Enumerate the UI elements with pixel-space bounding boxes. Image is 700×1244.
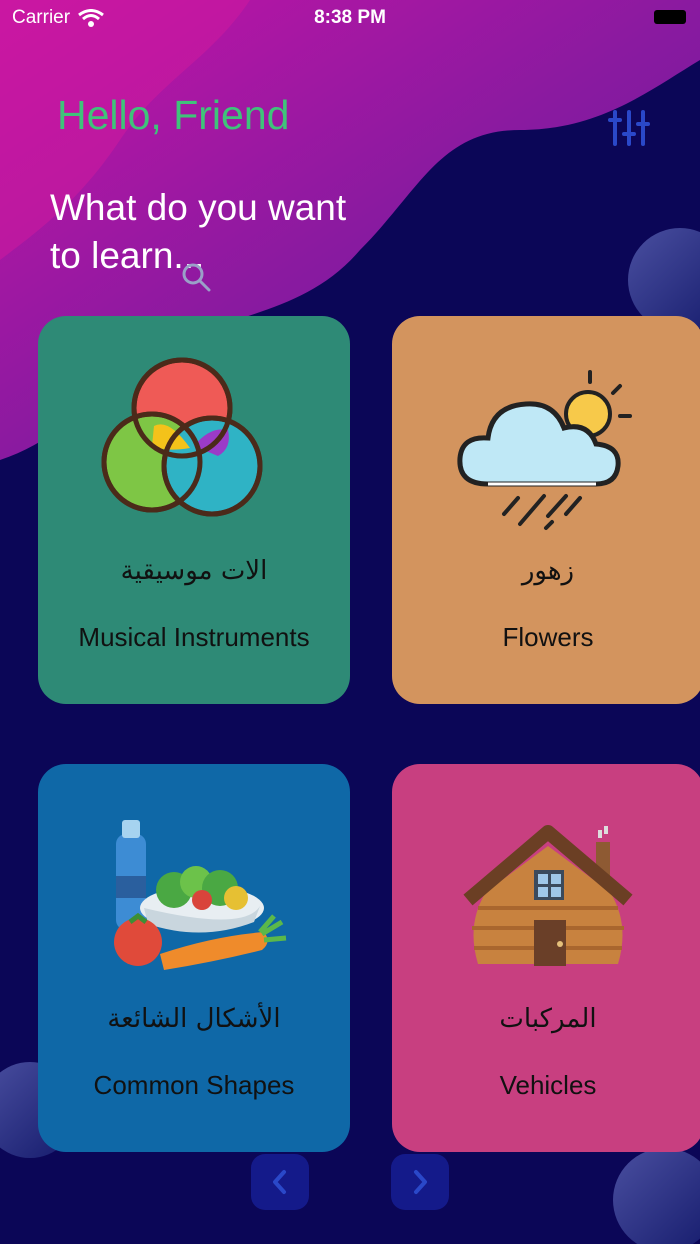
category-card-flowers[interactable]: زهور Flowers: [392, 316, 700, 704]
category-card-common-shapes[interactable]: الأشكال الشائعة Common Shapes: [38, 764, 350, 1152]
category-title-english: Flowers: [502, 622, 594, 652]
status-time: 8:38 PM: [314, 7, 386, 28]
greeting-title: Hello, Friend: [57, 92, 290, 138]
category-title-english: Musical Instruments: [78, 622, 310, 652]
battery-icon: [654, 10, 686, 24]
wooden-cabin-icon: [463, 825, 633, 966]
category-title-arabic: زهور: [521, 556, 575, 586]
next-page-button[interactable]: [391, 1154, 449, 1210]
search-icon[interactable]: [181, 262, 211, 292]
prev-page-button[interactable]: [251, 1154, 309, 1210]
category-card-vehicles[interactable]: المركبات Vehicles: [392, 764, 700, 1152]
venn-circles-icon: [101, 357, 263, 517]
chevron-left-icon: [273, 1170, 286, 1194]
category-card-musical-instruments[interactable]: الات موسيقية Musical Instruments: [38, 316, 350, 704]
status-bar: Carrier 8:38 PM: [0, 0, 700, 36]
category-title-arabic: المركبات: [499, 1004, 597, 1034]
category-title-arabic: الات موسيقية: [120, 556, 268, 586]
filter-sliders-icon[interactable]: [607, 106, 651, 150]
chevron-right-icon: [414, 1170, 427, 1194]
category-title-english: Vehicles: [499, 1070, 597, 1100]
food-basket-icon: [114, 820, 287, 970]
weather-cloud-icon: [457, 370, 632, 530]
category-title-arabic: الأشكال الشائعة: [107, 1004, 281, 1034]
category-title-english: Common Shapes: [93, 1070, 295, 1100]
